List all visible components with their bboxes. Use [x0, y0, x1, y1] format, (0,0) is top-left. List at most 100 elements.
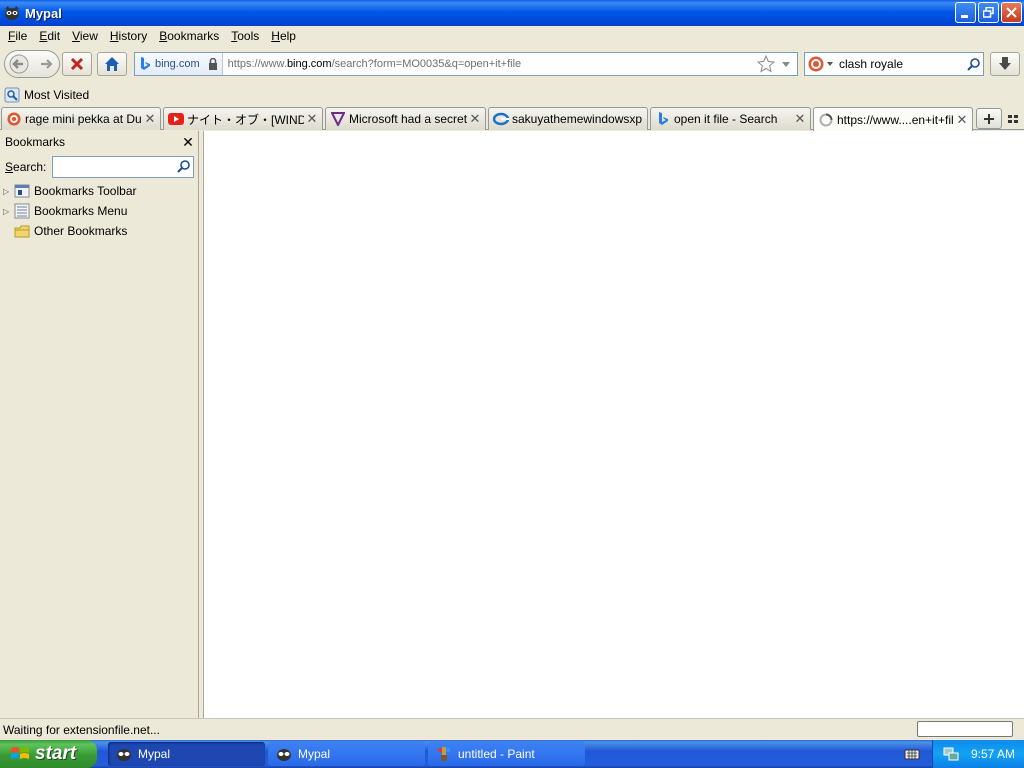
minimize-icon [961, 15, 968, 18]
close-window-button[interactable] [1001, 2, 1022, 23]
site-identity-button[interactable]: bing.com [135, 53, 223, 75]
menu-bookmarks[interactable]: Bookmarks [153, 29, 225, 43]
bookmark-star-icon[interactable] [757, 55, 775, 73]
expand-twisty-icon[interactable]: ▷ [3, 207, 13, 216]
menu-bar: File Edit View History Bookmarks Tools H… [0, 26, 1024, 46]
status-text: Waiting for extensionfile.net... [3, 722, 160, 737]
restore-icon [983, 7, 994, 18]
stop-x-icon [70, 57, 84, 71]
menu-history[interactable]: History [104, 29, 153, 43]
tab-close-icon[interactable]: ✕ [304, 111, 320, 127]
keyboard-layout-icon[interactable] [904, 746, 920, 762]
taskbar-item-label: Mypal [298, 747, 331, 761]
navigation-toolbar: bing.com https://www.bing.com/search?for… [0, 46, 1024, 82]
tab-label: Microsoft had a secret... [349, 112, 467, 126]
tree-item-label: Other Bookmarks [34, 224, 128, 238]
tab-sakuyathemewindowsxp[interactable]: sakuyathemewindowsxp [488, 107, 648, 130]
downloads-button[interactable] [990, 52, 1020, 76]
most-visited-folder[interactable]: Most Visited [4, 87, 89, 103]
restore-button[interactable] [978, 2, 999, 23]
taskbar-item-mypal-active[interactable]: Mypal [108, 742, 265, 766]
menu-tools[interactable]: Tools [225, 29, 265, 43]
mypal-app-icon [5, 6, 19, 20]
network-icon[interactable] [943, 746, 959, 762]
tab-open-it-file-search[interactable]: open it file - Search ✕ [650, 107, 811, 130]
tree-item-label: Bookmarks Menu [34, 204, 128, 218]
download-arrow-icon [999, 57, 1011, 70]
taskbar-item-mypal[interactable]: Mypal [268, 742, 425, 766]
tab-close-icon[interactable]: ✕ [142, 111, 158, 127]
paint-icon [438, 747, 450, 761]
bookmarks-sidebar: Bookmarks ✕ Search: ▷ Bookmarks Toolbar … [0, 131, 199, 718]
bing-favicon-icon [141, 57, 150, 70]
search-engine-selector[interactable] [805, 53, 835, 75]
home-button[interactable] [97, 52, 127, 76]
search-go-button[interactable] [963, 57, 983, 71]
tab-youtube-knight-of-windows[interactable]: ナイト・オブ・[WINDO... ✕ [163, 107, 323, 130]
start-button[interactable]: start [0, 740, 97, 768]
sidebar-search-label: Search: [5, 160, 47, 174]
url-text: https://www.bing.com/search?form=MO0035&… [227, 58, 522, 70]
tab-active-bing-url[interactable]: https://www....en+it+file ✕ [813, 107, 973, 131]
taskbar-item-label: Mypal [138, 747, 171, 761]
edge-icon [493, 111, 509, 127]
windows-taskbar: start Mypal Mypal untitled - Paint 9:57 … [0, 740, 1024, 768]
forward-button[interactable] [33, 51, 59, 77]
search-bar[interactable]: clash royale [804, 52, 984, 76]
bing-icon [655, 111, 671, 127]
menu-view[interactable]: View [66, 29, 104, 43]
forward-arrow-icon [41, 59, 53, 69]
tree-item-bookmarks-toolbar[interactable]: ▷ Bookmarks Toolbar [0, 181, 198, 201]
window-title-bar[interactable]: Mypal [0, 0, 1024, 26]
menu-file[interactable]: File [2, 29, 33, 43]
other-bookmarks-folder-icon [14, 225, 30, 238]
new-tab-button[interactable] [976, 108, 1002, 129]
taskbar-item-paint[interactable]: untitled - Paint [428, 742, 585, 766]
mypal-icon [277, 749, 291, 761]
url-bar[interactable]: bing.com https://www.bing.com/search?for… [134, 52, 798, 76]
status-progress-bar [917, 721, 1013, 737]
tree-item-bookmarks-menu[interactable]: ▷ Bookmarks Menu [0, 201, 198, 221]
list-all-tabs-icon[interactable] [1006, 112, 1020, 126]
stop-button[interactable] [62, 52, 92, 76]
minimize-button[interactable] [955, 2, 976, 23]
bookmarks-menu-icon [14, 203, 30, 219]
search-icon [966, 57, 980, 71]
tab-label: ナイト・オブ・[WINDO... [187, 112, 304, 127]
clock[interactable]: 9:57 AM [971, 747, 1015, 761]
windows-logo-icon [11, 747, 29, 759]
sidebar-search-row: Search: [0, 153, 198, 181]
loading-icon [818, 112, 834, 128]
duckduckgo-icon [808, 56, 824, 72]
start-label: start [35, 743, 77, 764]
status-bar: Waiting for extensionfile.net... [0, 718, 1024, 740]
close-icon [1006, 7, 1017, 18]
tree-item-other-bookmarks[interactable]: Other Bookmarks [0, 221, 198, 241]
menu-edit[interactable]: Edit [33, 29, 66, 43]
page-content-area[interactable] [204, 131, 1024, 718]
most-visited-label: Most Visited [24, 88, 90, 102]
url-dropdown-icon[interactable] [779, 57, 793, 71]
tab-rage-mini-pekka[interactable]: rage mini pekka at Duc... ✕ [1, 107, 161, 130]
sidebar-title: Bookmarks [5, 135, 66, 149]
mypal-icon [117, 749, 131, 761]
home-icon [105, 57, 119, 71]
tab-microsoft-secret[interactable]: Microsoft had a secret... ✕ [325, 107, 486, 130]
verge-icon [330, 111, 346, 127]
back-arrow-icon [9, 54, 29, 74]
tab-label: open it file - Search [674, 112, 778, 126]
tab-close-icon[interactable]: ✕ [954, 112, 970, 128]
engine-dropdown-icon [827, 62, 833, 66]
back-button[interactable] [5, 51, 33, 77]
lock-icon [208, 58, 217, 70]
search-icon [177, 160, 191, 173]
menu-help[interactable]: Help [265, 29, 302, 43]
sidebar-search-input[interactable] [52, 156, 195, 178]
window-title: Mypal [25, 5, 62, 21]
sidebar-close-icon[interactable]: ✕ [178, 134, 198, 151]
tab-strip: rage mini pekka at Duc... ✕ ナイト・オブ・[WIND… [0, 106, 1024, 131]
tab-close-icon[interactable]: ✕ [792, 111, 808, 127]
tab-close-icon[interactable]: ✕ [467, 111, 483, 127]
expand-twisty-icon[interactable]: ▷ [3, 187, 13, 196]
sidebar-header: Bookmarks ✕ [0, 131, 198, 153]
